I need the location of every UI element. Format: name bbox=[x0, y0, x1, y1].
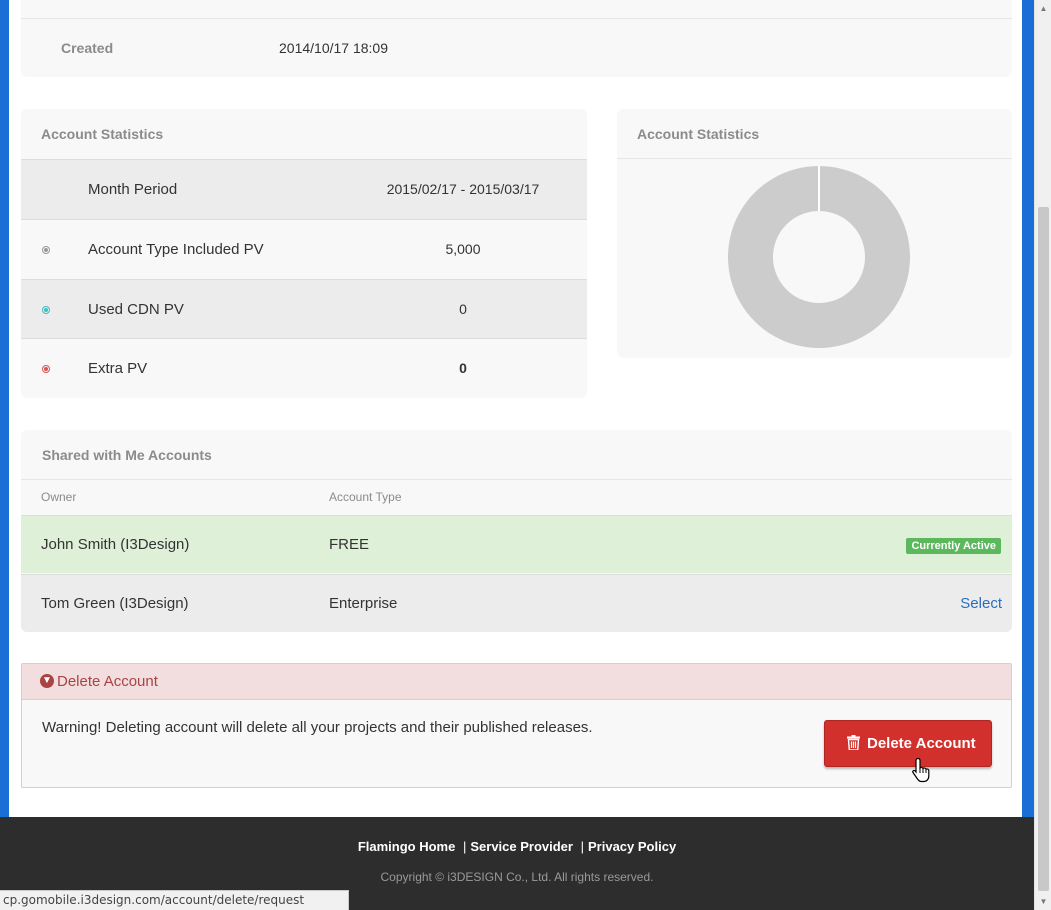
stat-value: 0 bbox=[459, 360, 467, 376]
donut-chart bbox=[727, 166, 910, 348]
created-value: 2014/10/17 18:09 bbox=[279, 40, 388, 56]
panel-title: Shared with Me Accounts bbox=[42, 447, 212, 463]
column-header-account-type: Account Type bbox=[329, 490, 402, 504]
footer-link-flamingo-home[interactable]: Flamingo Home bbox=[358, 839, 456, 854]
delete-account-button[interactable]: Delete Account bbox=[824, 720, 992, 767]
delete-account-title: Delete Account bbox=[57, 673, 158, 690]
divider bbox=[21, 18, 1012, 19]
created-label: Created bbox=[61, 40, 114, 56]
delete-warning-text: Warning! Deleting account will delete al… bbox=[42, 719, 593, 736]
arrow-down-circle-icon: ▼ bbox=[40, 674, 54, 688]
stat-label: Extra PV bbox=[88, 360, 148, 377]
copyright-text: Copyright © i3DESIGN Co., Ltd. All right… bbox=[380, 870, 654, 884]
status-badge: Currently Active bbox=[906, 538, 1001, 554]
legend-dot-icon bbox=[42, 365, 50, 373]
footer-links: Flamingo Home | Service Provider | Privacy… bbox=[0, 839, 1034, 854]
select-account-link[interactable]: Select bbox=[960, 595, 1002, 612]
scrollbar-thumb[interactable] bbox=[1038, 207, 1049, 891]
stat-label: Month Period bbox=[88, 181, 178, 198]
legend-dot-icon bbox=[42, 246, 50, 254]
separator: | bbox=[462, 839, 467, 854]
stat-label: Account Type Included PV bbox=[88, 241, 264, 258]
divider bbox=[617, 158, 1012, 159]
separator: | bbox=[580, 839, 584, 854]
divider bbox=[21, 479, 1012, 480]
browser-status-bar: cp.gomobile.i3design.com/account/delete/… bbox=[0, 890, 349, 910]
delete-account-panel: ▼ Delete Account Warning! Deleting accou… bbox=[21, 663, 1012, 788]
footer-link-privacy-policy[interactable]: Privacy Policy bbox=[588, 839, 676, 854]
account-statistics-table-panel: Account Statistics Month Period 2015/02/… bbox=[21, 109, 587, 398]
footer-link-service-provider[interactable]: Service Provider bbox=[470, 839, 573, 854]
vertical-scrollbar[interactable]: ▲ ▼ bbox=[1034, 0, 1051, 910]
account-type-cell: FREE bbox=[329, 536, 370, 553]
owner-cell: John Smith (I3Design) bbox=[41, 536, 190, 553]
delete-account-header: ▼ Delete Account bbox=[22, 664, 1011, 700]
stat-row-used-cdn-pv: Used CDN PV 0 bbox=[21, 279, 587, 339]
stat-value: 0 bbox=[459, 301, 467, 317]
stat-value: 5,000 bbox=[445, 241, 481, 257]
stat-label: Used CDN PV bbox=[88, 301, 184, 318]
panel-title: Account Statistics bbox=[41, 126, 164, 142]
panel-title: Account Statistics bbox=[637, 126, 760, 142]
owner-cell: Tom Green (I3Design) bbox=[41, 595, 189, 612]
legend-dot-icon bbox=[42, 306, 50, 314]
trash-icon bbox=[847, 735, 860, 750]
scroll-down-arrow-icon[interactable]: ▼ bbox=[1035, 893, 1051, 910]
column-header-owner: Owner bbox=[41, 490, 77, 504]
stat-row-included-pv: Account Type Included PV 5,000 bbox=[21, 219, 587, 279]
table-row: Tom Green (I3Design) Enterprise Select bbox=[21, 574, 1012, 632]
account-type-cell: Enterprise bbox=[329, 595, 398, 612]
account-info-panel: Created 2014/10/17 18:09 bbox=[21, 0, 1012, 77]
scroll-up-arrow-icon[interactable]: ▲ bbox=[1035, 0, 1051, 17]
table-row: John Smith (I3Design) FREE Currently Act… bbox=[21, 515, 1012, 573]
page-content: Created 2014/10/17 18:09 Account Statist… bbox=[9, 0, 1022, 817]
stat-value: 2015/02/17 - 2015/03/17 bbox=[386, 181, 540, 197]
stat-row-month-period: Month Period 2015/02/17 - 2015/03/17 bbox=[21, 159, 587, 219]
shared-accounts-panel: Shared with Me Accounts Owner Account Ty… bbox=[21, 430, 1012, 632]
hand-cursor-icon bbox=[912, 757, 930, 783]
account-statistics-chart-panel: Account Statistics bbox=[617, 109, 1012, 358]
stat-row-extra-pv: Extra PV 0 bbox=[21, 338, 587, 398]
delete-account-button-label: Delete Account bbox=[867, 735, 976, 752]
